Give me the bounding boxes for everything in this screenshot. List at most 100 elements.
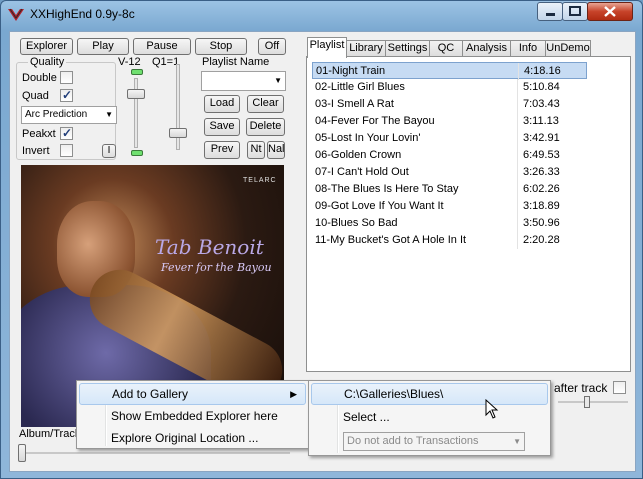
column-separator [517,164,518,181]
table-row[interactable]: 09-Got Love If You Want It 3:18.89 [312,198,587,215]
invert-label: Invert [22,145,50,157]
column-separator [517,113,518,130]
chevron-down-icon: ▼ [105,110,113,119]
playlist-name-label: Playlist Name [202,56,270,68]
table-row[interactable]: 05-Lost In Your Lovin' 3:42.91 [312,130,587,147]
pause-button[interactable]: Pause [133,38,191,55]
close-button[interactable] [587,2,633,21]
filter-select-value: Arc Prediction [25,109,88,120]
prev-button[interactable]: Prev [204,141,240,159]
double-label: Double [22,72,57,84]
table-row[interactable]: 08-The Blues Is Here To Stay 6:02.26 [312,181,587,198]
album-title: Fever for the Bayou [161,261,272,274]
maximize-button[interactable] [562,2,588,21]
minimize-icon [546,13,555,16]
filter-select[interactable]: Arc Prediction ▼ [21,106,117,124]
v12-indicator [131,69,143,75]
play-button[interactable]: Play [77,38,129,55]
menu-item-explore-original-location[interactable]: Explore Original Location ... [79,427,306,449]
submenu-item-select[interactable]: Select ... [311,406,548,428]
peakxt-label: Peakxt [22,128,56,140]
quad-label: Quad [22,90,49,102]
column-separator [517,79,518,96]
track-duration: 3:18.89 [523,200,560,212]
column-separator [517,232,518,249]
submenu-item-gallery-path[interactable]: C:\Galleries\Blues\ [311,383,548,405]
save-button[interactable]: Save [204,118,240,136]
tab-playlist[interactable]: Playlist [307,37,347,58]
position-slider-track[interactable] [20,452,290,454]
table-row[interactable]: 02-Little Girl Blues 5:10.84 [312,79,587,96]
track-name: 02-Little Girl Blues [315,81,405,93]
double-checkbox[interactable] [60,71,73,84]
nal-button[interactable]: Nal [267,141,285,159]
column-separator [517,96,518,113]
position-slider-thumb[interactable] [18,444,26,462]
tab-settings[interactable]: Settings [385,40,430,57]
delete-button[interactable]: Delete [246,118,285,136]
transactions-select[interactable]: Do not add to Transactions ▼ [343,432,525,451]
tab-undemo[interactable]: UnDemo [545,40,591,57]
nt-button[interactable]: Nt [247,141,265,159]
quality-group-label: Quality [28,56,67,68]
peakxt-checkbox[interactable] [60,126,73,140]
chevron-down-icon: ▼ [274,76,282,85]
maximize-icon [569,6,581,16]
after-track-slider[interactable] [558,401,628,403]
window-title: XXHighEnd 0.9y-8c [30,7,135,21]
v12-slider-thumb[interactable] [127,89,145,99]
track-duration: 2:20.28 [523,234,560,246]
tab-qc[interactable]: QC [429,40,463,57]
minimize-button[interactable] [537,2,563,21]
tab-info[interactable]: Info [510,40,546,57]
column-separator [517,215,518,232]
playlist-name-select[interactable]: ▼ [201,71,286,91]
title-bar[interactable]: XXHighEnd 0.9y-8c [1,1,642,29]
album-record-label: TELARC [243,177,277,184]
table-row[interactable]: 06-Golden Crown 6:49.53 [312,147,587,164]
table-row[interactable]: 03-I Smell A Rat 7:03.43 [312,96,587,113]
tab-analysis[interactable]: Analysis [462,40,511,57]
menu-item-add-to-gallery[interactable]: Add to Gallery ▶ [79,383,306,405]
table-row[interactable]: 04-Fever For The Bayou 3:11.13 [312,113,587,130]
table-row[interactable]: 07-I Can't Hold Out 3:26.33 [312,164,587,181]
menu-item-show-embedded-explorer[interactable]: Show Embedded Explorer here [79,405,306,427]
q1-slider-thumb[interactable] [169,128,187,138]
i-button[interactable]: I [102,144,116,158]
track-name: 07-I Can't Hold Out [315,166,409,178]
table-row[interactable]: 10-Blues So Bad 3:50.96 [312,215,587,232]
v12-label: V-12 [118,56,141,68]
chevron-down-icon: ▼ [513,437,521,446]
track-duration: 4:18.16 [524,65,561,77]
gallery-submenu: C:\Galleries\Blues\ Select ... Do not ad… [308,380,551,456]
context-menu: Add to Gallery ▶ Show Embedded Explorer … [76,380,309,449]
stop-button[interactable]: Stop [195,38,247,55]
xxhighend-logo-icon [8,8,24,21]
track-name: 09-Got Love If You Want It [315,200,444,212]
explorer-button[interactable]: Explorer [20,38,73,55]
track-name: 04-Fever For The Bayou [315,115,435,127]
tab-library[interactable]: Library [346,40,386,57]
menu-item-label: Add to Gallery [112,387,189,401]
after-track-slider-thumb[interactable] [584,396,590,408]
load-button[interactable]: Load [204,95,240,113]
quad-checkbox[interactable] [60,88,73,102]
album-track-caption: Album/Track [19,428,81,440]
invert-checkbox[interactable] [60,144,73,157]
track-name: 01-Night Train [316,65,386,77]
table-row[interactable]: 11-My Bucket's Got A Hole In It 2:20.28 [312,232,587,249]
track-name: 03-I Smell A Rat [315,98,394,110]
after-track-label: after track [554,381,608,395]
off-button[interactable]: Off [258,38,286,55]
after-track-checkbox[interactable] [613,381,626,394]
clear-button[interactable]: Clear [247,95,284,113]
column-separator [518,63,519,80]
table-row[interactable]: 01-Night Train 4:18.16 [312,62,587,80]
track-list[interactable]: 01-Night Train 4:18.16 02-Little Girl Blue… [312,62,587,251]
track-duration: 5:10.84 [523,81,560,93]
track-name: 10-Blues So Bad [315,217,398,229]
track-name: 08-The Blues Is Here To Stay [315,183,459,195]
main-window: XXHighEnd 0.9y-8c Explorer Play Pause St… [0,0,643,479]
column-separator [517,147,518,164]
track-duration: 7:03.43 [523,98,560,110]
